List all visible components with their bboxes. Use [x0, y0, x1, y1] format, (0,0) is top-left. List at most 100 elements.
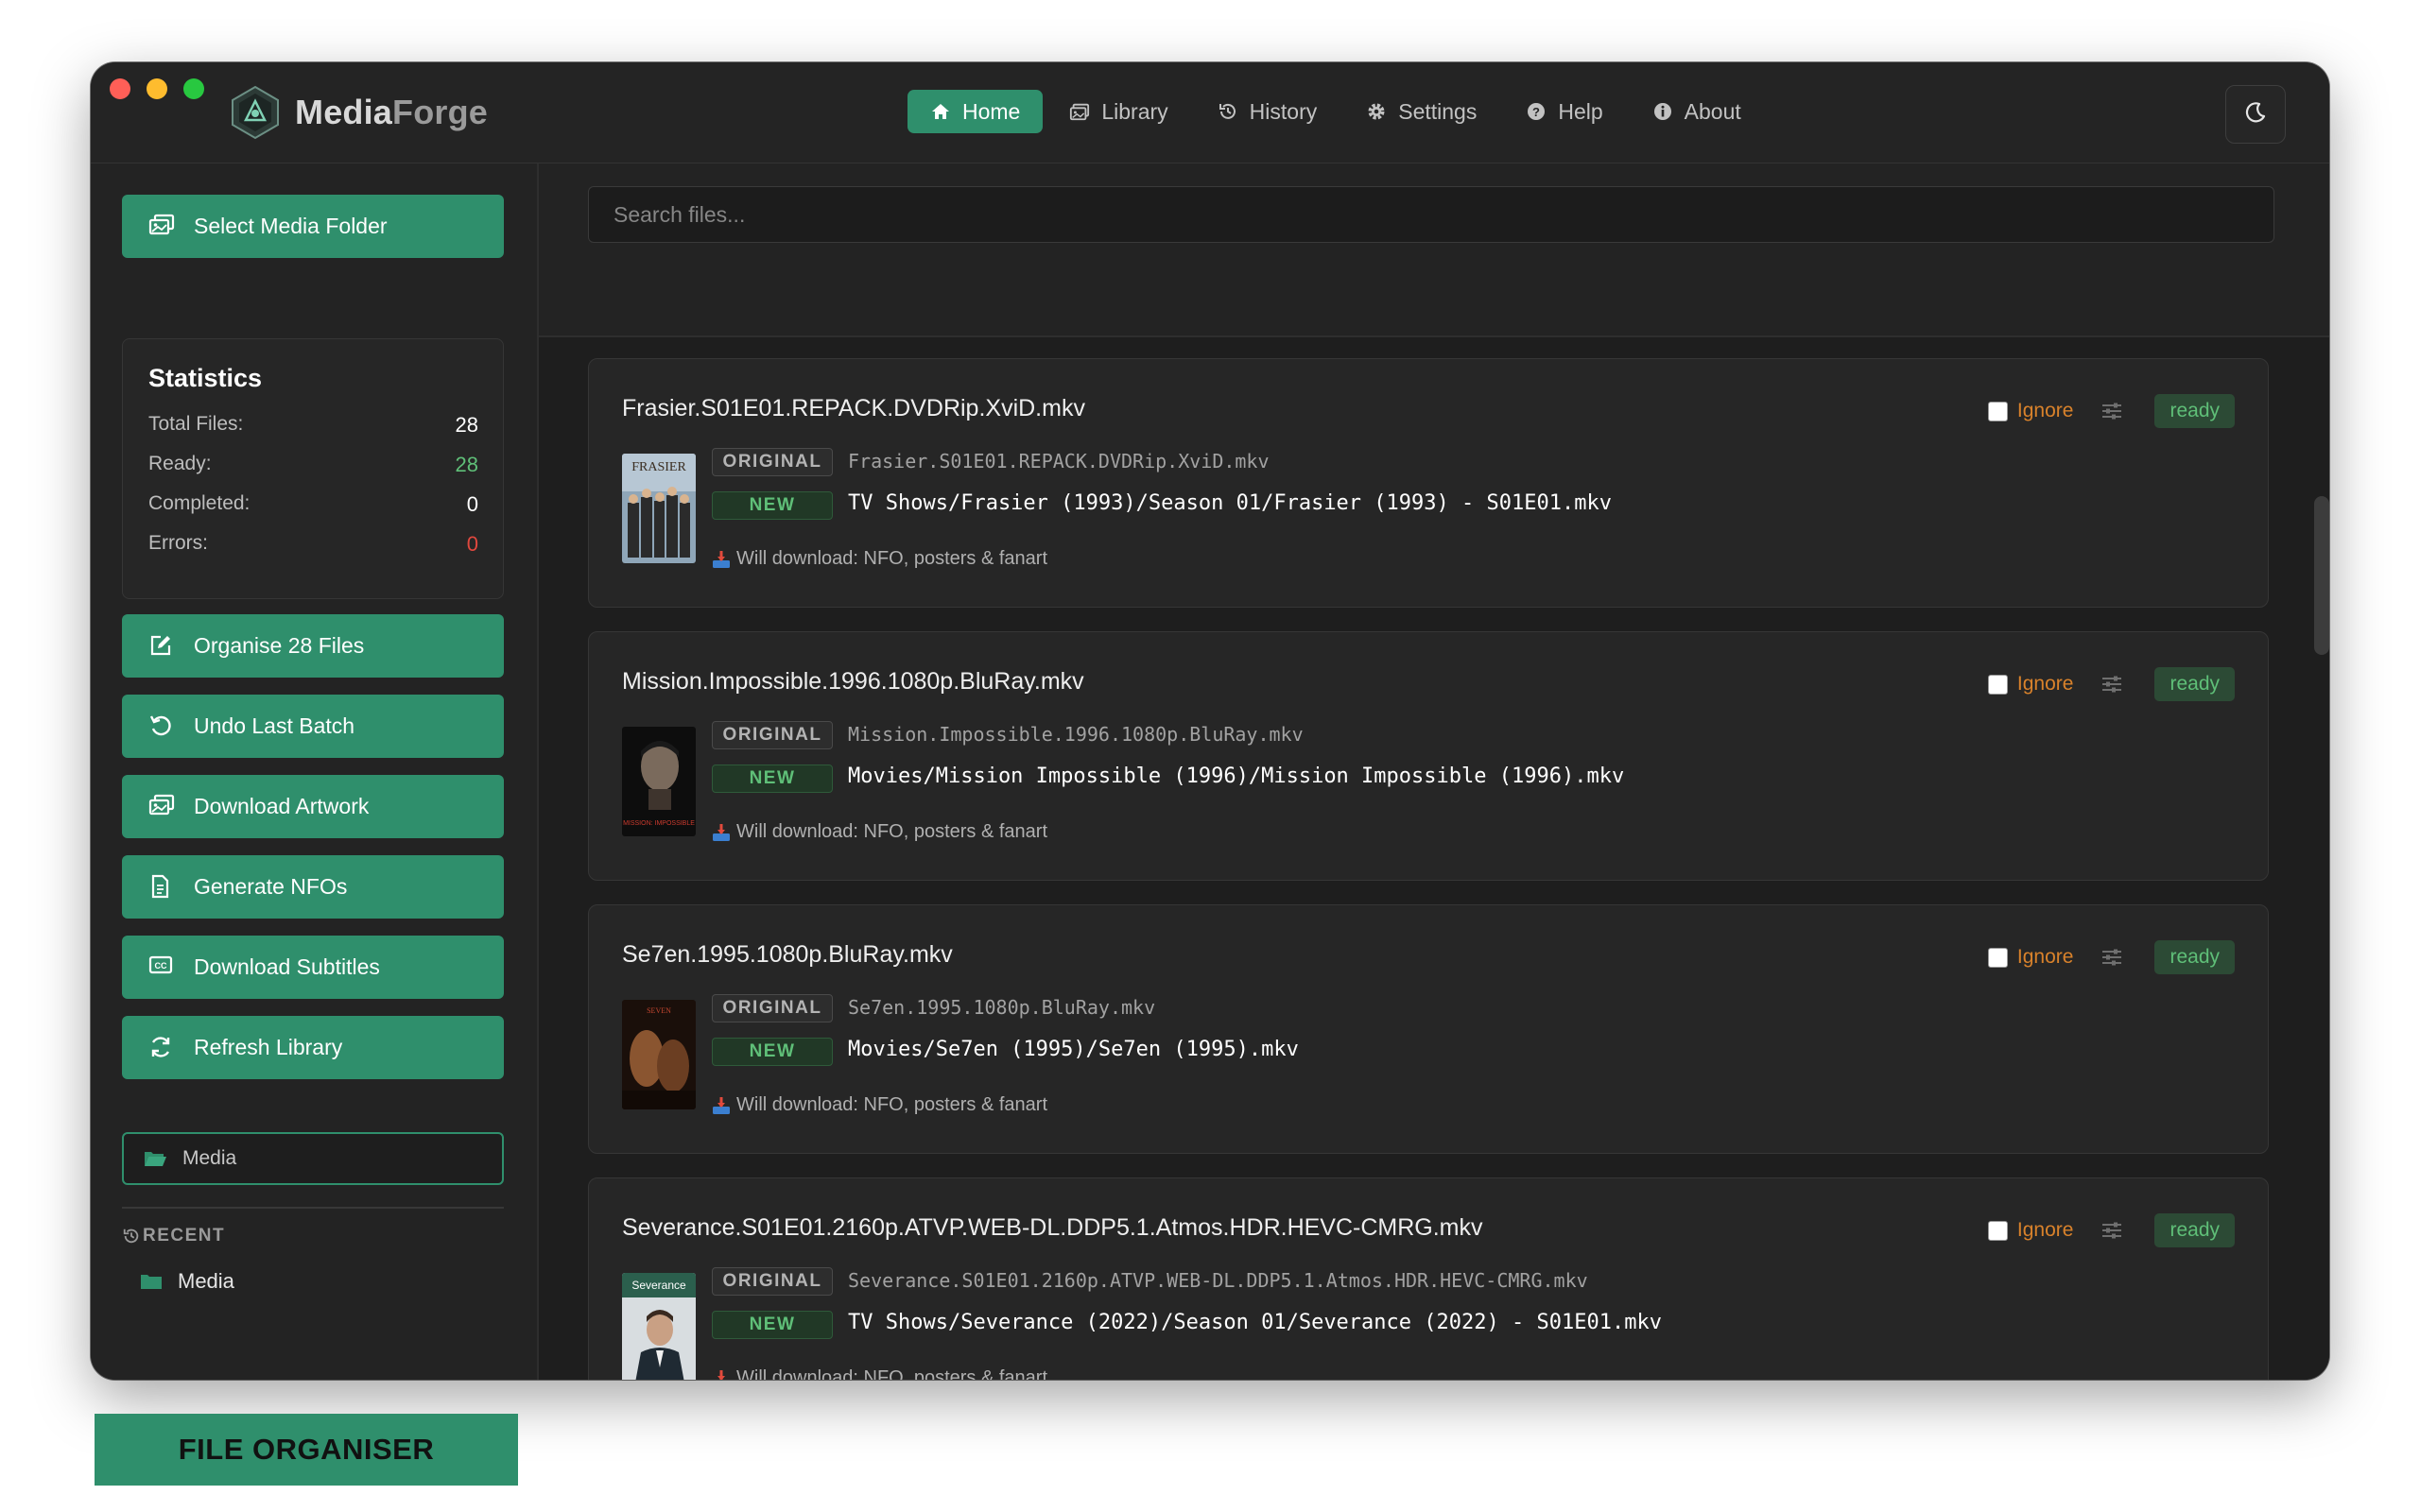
refresh-library-button[interactable]: Refresh Library	[122, 1016, 504, 1079]
moon-icon	[2243, 100, 2268, 129]
current-folder-value: Media	[182, 1147, 237, 1169]
recent-heading-label: RECENT	[143, 1226, 226, 1246]
original-tag: ORIGINAL	[712, 994, 833, 1022]
new-tag: NEW	[712, 1038, 833, 1066]
file-card: Mission.Impossible.1996.1080p.BluRay.mkv…	[588, 631, 2269, 881]
original-path: Mission.Impossible.1996.1080p.BluRay.mkv	[848, 723, 1304, 746]
undo-icon	[148, 713, 175, 740]
download-subtitles-button[interactable]: CC Download Subtitles	[122, 936, 504, 999]
generate-nfos-button[interactable]: Generate NFOs	[122, 855, 504, 919]
stat-ready: Ready: 28	[148, 453, 478, 481]
ignore-checkbox[interactable]	[1987, 674, 2008, 695]
ignore-label[interactable]: Ignore	[2017, 946, 2074, 969]
ignore-label[interactable]: Ignore	[2017, 673, 2074, 696]
sliders-icon[interactable]	[2100, 947, 2124, 968]
poster-thumbnail: Severance	[622, 1273, 696, 1380]
stat-completed: Completed: 0	[148, 492, 478, 521]
zoom-window-button[interactable]	[183, 78, 204, 99]
undo-last-batch-button[interactable]: Undo Last Batch	[122, 695, 504, 758]
stat-errors-label: Errors:	[148, 532, 208, 554]
original-path: Severance.S01E01.2160p.ATVP.WEB-DL.DDP5.…	[848, 1269, 1588, 1292]
gear-icon	[1366, 101, 1387, 122]
nav-home[interactable]: Home	[908, 90, 1044, 133]
original-path: Se7en.1995.1080p.BluRay.mkv	[848, 996, 1156, 1019]
nav-history[interactable]: History	[1195, 90, 1340, 133]
svg-text:CC: CC	[155, 961, 167, 971]
stat-errors-value: 0	[466, 532, 478, 556]
organise-files-label: Organise 28 Files	[194, 633, 365, 658]
organise-files-button[interactable]: Organise 28 Files	[122, 614, 504, 678]
stat-ready-value: 28	[455, 453, 478, 476]
search-bar-area	[539, 163, 2329, 337]
poster-title: SEVEN	[647, 1006, 671, 1015]
statistics-title: Statistics	[148, 364, 263, 392]
svg-text:?: ?	[1532, 105, 1540, 119]
nav-about-label: About	[1684, 98, 1741, 124]
status-badge: ready	[2154, 940, 2235, 974]
download-artwork-button[interactable]: Download Artwork	[122, 775, 504, 838]
search-input[interactable]	[588, 186, 2274, 243]
poster-title: MISSION: IMPOSSIBLE	[623, 820, 695, 827]
new-path: Movies/Mission Impossible (1996)/Mission…	[848, 765, 1625, 788]
top-nav: Home Library History Settings ? Help Abo…	[908, 89, 1768, 134]
ignore-checkbox[interactable]	[1987, 947, 2008, 968]
file-name: Se7en.1995.1080p.BluRay.mkv	[622, 941, 953, 968]
folder-open-icon	[143, 1148, 167, 1169]
download-note-text: Will download: NFO, posters & fanart	[736, 1094, 1048, 1115]
sliders-icon[interactable]	[2100, 401, 2124, 421]
edit-icon	[148, 633, 175, 660]
close-window-button[interactable]	[110, 78, 130, 99]
ignore-label[interactable]: Ignore	[2017, 1219, 2074, 1242]
file-card: Frasier.S01E01.REPACK.DVDRip.XviD.mkv Ig…	[588, 358, 2269, 608]
nav-about[interactable]: About	[1630, 90, 1764, 133]
recent-item[interactable]: Media	[140, 1269, 234, 1294]
file-controls: Ignore ready	[1987, 940, 2235, 974]
original-tag: ORIGINAL	[712, 448, 833, 476]
info-icon	[1652, 101, 1673, 122]
brand: MediaForge	[227, 81, 488, 144]
nav-help[interactable]: ? Help	[1503, 90, 1625, 133]
scrollbar-thumb[interactable]	[2314, 496, 2329, 655]
status-badge: ready	[2154, 667, 2235, 701]
current-folder-field[interactable]: Media	[122, 1132, 504, 1185]
refresh-icon	[148, 1035, 175, 1061]
download-note-text: Will download: NFO, posters & fanart	[736, 548, 1048, 569]
stat-total-files: Total Files: 28	[148, 413, 478, 441]
nav-settings[interactable]: Settings	[1343, 90, 1499, 133]
document-icon	[148, 874, 175, 901]
minimize-window-button[interactable]	[147, 78, 167, 99]
main-content: Frasier.S01E01.REPACK.DVDRip.XviD.mkv Ig…	[539, 163, 2329, 1380]
select-media-folder-button[interactable]: Select Media Folder	[122, 195, 504, 258]
generate-nfos-label: Generate NFOs	[194, 874, 348, 899]
status-badge: ready	[2154, 1213, 2235, 1247]
stat-ready-label: Ready:	[148, 453, 212, 474]
ignore-checkbox[interactable]	[1987, 1220, 2008, 1241]
original-path: Frasier.S01E01.REPACK.DVDRip.XviD.mkv	[848, 450, 1270, 472]
undo-last-batch-label: Undo Last Batch	[194, 713, 355, 738]
nav-library-label: Library	[1101, 98, 1168, 124]
nav-library[interactable]: Library	[1046, 90, 1190, 133]
ignore-label[interactable]: Ignore	[2017, 400, 2074, 422]
images-icon	[148, 214, 175, 240]
theme-toggle-button[interactable]	[2225, 85, 2286, 144]
file-controls: Ignore ready	[1987, 667, 2235, 701]
refresh-library-label: Refresh Library	[194, 1035, 343, 1059]
poster-thumbnail: FRASIER	[622, 454, 696, 563]
poster-thumbnail: SEVEN	[622, 1000, 696, 1109]
app-window: MediaForge Home Library History Settings…	[91, 62, 2329, 1380]
new-tag: NEW	[712, 765, 833, 793]
folder-icon	[140, 1272, 163, 1291]
original-tag: ORIGINAL	[712, 1267, 833, 1296]
new-path: TV Shows/Severance (2022)/Season 01/Seve…	[848, 1311, 1662, 1334]
download-note: Will download: NFO, posters & fanart	[712, 1367, 1047, 1380]
download-tray-icon	[712, 1096, 731, 1115]
brand-logo-icon	[227, 84, 284, 141]
ignore-checkbox[interactable]	[1987, 401, 2008, 421]
download-note: Will download: NFO, posters & fanart	[712, 548, 1047, 570]
download-tray-icon	[712, 550, 731, 569]
file-name: Severance.S01E01.2160p.ATVP.WEB-DL.DDP5.…	[622, 1214, 1483, 1241]
closed-captions-icon: CC	[148, 954, 175, 981]
new-path: TV Shows/Frasier (1993)/Season 01/Frasie…	[848, 491, 1612, 515]
sliders-icon[interactable]	[2100, 1220, 2124, 1241]
sliders-icon[interactable]	[2100, 674, 2124, 695]
